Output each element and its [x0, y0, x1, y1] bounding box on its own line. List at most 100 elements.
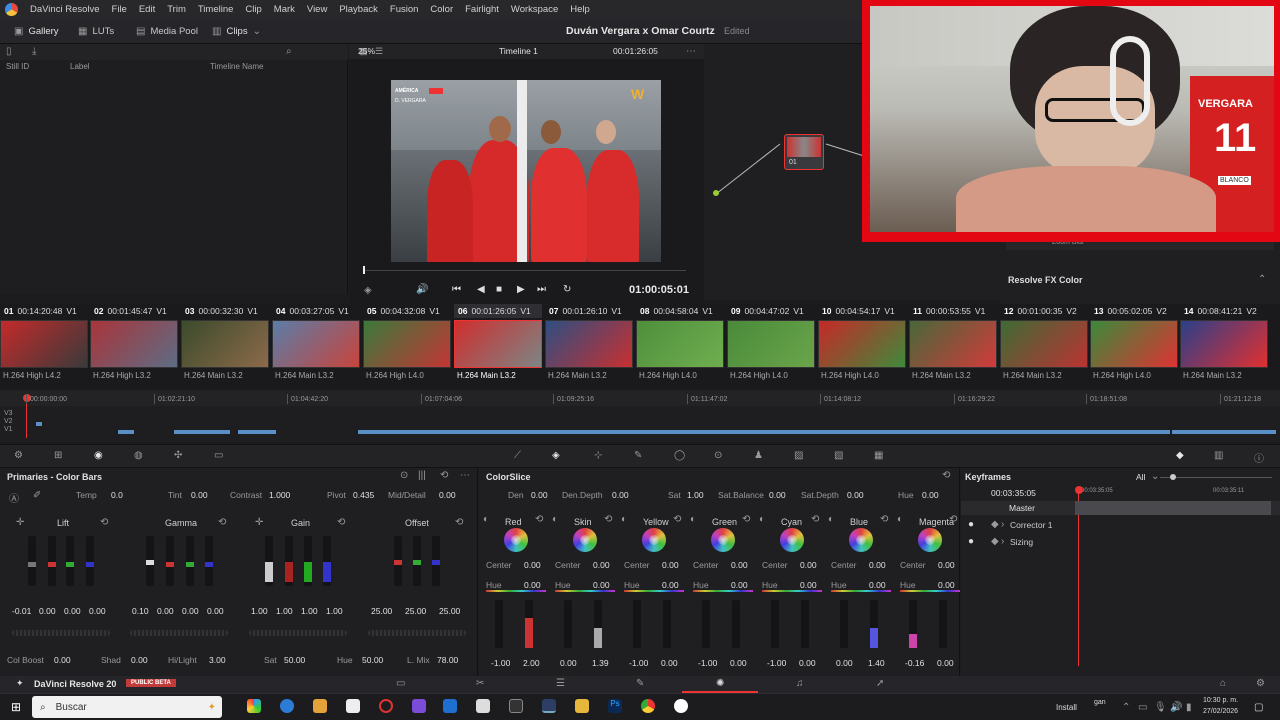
- settings-icon[interactable]: ⚙: [1256, 678, 1265, 689]
- opera-icon[interactable]: [379, 699, 393, 713]
- lift-blue-value[interactable]: 0.00: [89, 606, 106, 616]
- vector-hue-wheel[interactable]: [573, 528, 597, 552]
- offset-master-wheel[interactable]: [368, 630, 466, 636]
- offset-red-value[interactable]: 25.00: [371, 606, 392, 616]
- vector-saturation-slider[interactable]: [594, 600, 602, 648]
- center-value[interactable]: 0.00: [869, 560, 886, 570]
- vector-toggle-icon[interactable]: ◐: [483, 514, 489, 525]
- page-edit-icon[interactable]: ☰: [556, 678, 565, 689]
- vector-toggle-icon[interactable]: ◐: [828, 514, 834, 525]
- den-depth-value[interactable]: 0.00: [612, 490, 629, 500]
- lift-crosshair-icon[interactable]: ✛: [16, 517, 24, 528]
- keyframe-row-corrector[interactable]: ● ◆ › Corrector 1: [961, 518, 1280, 532]
- clip-thumbnail[interactable]: 07 00:01:26:10 V1 H.264 Main L3.2: [545, 304, 633, 388]
- clip-thumbnail[interactable]: 09 00:04:47:02 V1 H.264 High L4.0: [727, 304, 815, 388]
- offset-red-slider[interactable]: [394, 536, 402, 586]
- scopes-icon[interactable]: ▥: [1214, 450, 1223, 461]
- key-icon[interactable]: ▧: [834, 450, 843, 461]
- sidebar-icon[interactable]: ▯: [6, 46, 12, 57]
- tray-chevron-icon[interactable]: ⌃: [1122, 702, 1130, 713]
- home-icon[interactable]: ⌂: [1220, 678, 1226, 689]
- more-options-icon[interactable]: ⋯: [460, 470, 470, 481]
- gamma-master-value[interactable]: 0.10: [132, 606, 149, 616]
- vector-saturation-slider[interactable]: [801, 600, 809, 648]
- timeline-clip[interactable]: [238, 430, 276, 434]
- install-label[interactable]: Install: [1056, 703, 1077, 712]
- clip-thumbnail[interactable]: 05 00:04:32:08 V1 H.264 High L4.0: [363, 304, 451, 388]
- gamma-master-wheel[interactable]: [130, 630, 228, 636]
- loop-icon[interactable]: ↻: [563, 284, 571, 295]
- clip-thumbnail[interactable]: 14 00:08:41:21 V2 H.264 Main L3.2: [1180, 304, 1268, 388]
- keyframes-filter[interactable]: All: [1136, 472, 1145, 482]
- menu-trim[interactable]: Trim: [167, 4, 186, 15]
- clip-thumbnail[interactable]: 01 00:14:20:48 V1 H.264 High L4.2: [0, 304, 88, 388]
- keyframe-row-master[interactable]: Master: [961, 501, 1280, 515]
- lift-green-slider[interactable]: [66, 536, 74, 586]
- motion-icon[interactable]: ▭: [214, 450, 223, 461]
- volume-icon[interactable]: 🔊: [416, 284, 428, 295]
- picker-icon[interactable]: ✐: [33, 490, 41, 501]
- obs-icon[interactable]: [509, 699, 523, 713]
- vector-density-value[interactable]: -1.00: [491, 658, 510, 668]
- gallery-button[interactable]: ▣ Gallery: [14, 19, 59, 44]
- vector-reset-icon[interactable]: ⟲: [742, 514, 750, 525]
- center-value[interactable]: 0.00: [800, 560, 817, 570]
- app-icon[interactable]: [412, 699, 426, 713]
- speaker-icon[interactable]: 🔊: [1170, 702, 1182, 713]
- center-value[interactable]: 0.00: [731, 560, 748, 570]
- vector-saturation-value[interactable]: 0.00: [799, 658, 816, 668]
- keyframe-zoom-knob[interactable]: [1170, 474, 1176, 480]
- chevron-right-icon[interactable]: ›: [1001, 519, 1004, 530]
- gamma-blue-value[interactable]: 0.00: [207, 606, 224, 616]
- gamma-blue-slider[interactable]: [205, 536, 213, 586]
- gain-blue-slider[interactable]: [323, 536, 331, 586]
- stop-icon[interactable]: ■: [496, 284, 502, 295]
- media-pool-button[interactable]: ▤ Media Pool: [136, 19, 198, 44]
- menu-edit[interactable]: Edit: [139, 4, 155, 15]
- video-frame[interactable]: AMÉRICA D. VERGARA W: [391, 80, 661, 262]
- colorslice-reset-icon[interactable]: ⟲: [942, 470, 950, 481]
- clock-time[interactable]: 10:30 p. m.: [1203, 697, 1238, 704]
- vector-toggle-icon[interactable]: ◐: [759, 514, 765, 525]
- clip-thumbnail[interactable]: 02 00:01:45:47 V1 H.264 High L3.2: [90, 304, 178, 388]
- vector-density-value[interactable]: -1.00: [629, 658, 648, 668]
- viewer-options-icon[interactable]: ◈: [364, 285, 372, 296]
- menu-view[interactable]: View: [307, 4, 327, 15]
- vector-density-slider[interactable]: [495, 600, 503, 648]
- copilot-icon[interactable]: [247, 699, 261, 713]
- menu-mark[interactable]: Mark: [274, 4, 295, 15]
- vector-hue-value[interactable]: 0.00: [662, 580, 679, 590]
- hi-light-value[interactable]: 3.00: [209, 655, 226, 665]
- hdr-icon[interactable]: ◍: [134, 450, 143, 461]
- vector-density-value[interactable]: -1.00: [767, 658, 786, 668]
- center-value[interactable]: 0.00: [524, 560, 541, 570]
- menu-timeline[interactable]: Timeline: [198, 4, 234, 15]
- vector-saturation-value[interactable]: 0.00: [937, 658, 954, 668]
- gain-crosshair-icon[interactable]: ✛: [255, 517, 263, 528]
- play-icon[interactable]: ▶: [517, 284, 525, 295]
- vector-density-slider[interactable]: [909, 600, 917, 648]
- lift-master-wheel[interactable]: [12, 630, 110, 636]
- vector-density-slider[interactable]: [564, 600, 572, 648]
- clip-thumbnail[interactable]: 04 00:03:27:05 V1 H.264 Main L3.2: [272, 304, 360, 388]
- sat-value[interactable]: 50.00: [284, 655, 305, 665]
- col-boost-value[interactable]: 0.00: [54, 655, 71, 665]
- clip-thumbnail[interactable]: 13 00:05:02:05 V2 H.264 High L4.0: [1090, 304, 1178, 388]
- keyframe-zoom-slider[interactable]: [1160, 477, 1272, 478]
- sat-balance-value[interactable]: 0.00: [769, 490, 786, 500]
- node-input-dot[interactable]: [713, 190, 719, 196]
- page-media-icon[interactable]: ▭: [396, 678, 405, 689]
- edge-icon[interactable]: [280, 699, 294, 713]
- gamma-green-value[interactable]: 0.00: [182, 606, 199, 616]
- vector-hue-value[interactable]: 0.00: [731, 580, 748, 590]
- vector-density-slider[interactable]: [840, 600, 848, 648]
- timeline-selector[interactable]: Timeline 1: [499, 46, 538, 56]
- keyframe-diamond-icon[interactable]: ◆: [991, 536, 999, 547]
- timeline-clip[interactable]: [118, 430, 134, 434]
- lift-red-slider[interactable]: [48, 536, 56, 586]
- resolve-fx-color-label[interactable]: Resolve FX Color: [1008, 275, 1083, 285]
- curves-icon[interactable]: ⊞: [54, 450, 62, 461]
- notepad-icon[interactable]: [346, 699, 360, 713]
- center-value[interactable]: 0.00: [662, 560, 679, 570]
- vector-toggle-icon[interactable]: ◐: [552, 514, 558, 525]
